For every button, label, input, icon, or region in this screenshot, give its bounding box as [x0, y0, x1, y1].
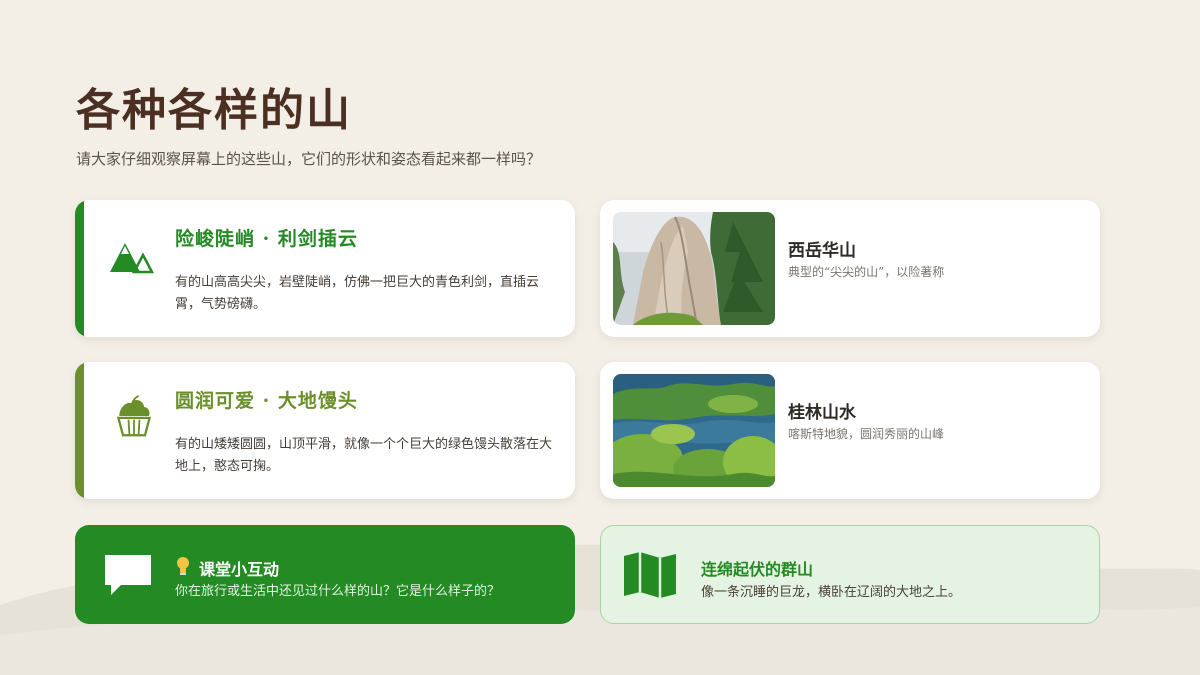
interaction-question: 你在旅行或生活中还见过什么样的山？它是什么样子的？	[175, 584, 501, 599]
feature-text: 有的山矮矮圆圆，山顶平滑，就像一个个巨大的绿色馒头散落在大地上，憨态可掬。	[175, 437, 553, 474]
example-desc: 典型的“尖尖的山”，以险著称	[788, 265, 945, 279]
feature-card-steep: 险峻陡峭 · 利剑插云 有的山高高尖尖，岩壁陡峭，仿佛一把巨大的青色利剑，直插云…	[75, 200, 575, 337]
range-text: 像一条沉睡的巨龙，横卧在辽阔的大地之上。	[701, 585, 962, 600]
range-title: 连绵起伏的群山	[701, 560, 814, 579]
class-interaction-card: 课堂小互动 你在旅行或生活中还见过什么样的山？它是什么样子的？	[75, 525, 575, 624]
mountain-peaks-icon	[110, 243, 155, 274]
example-desc: 喀斯特地貌，圆润秀丽的山峰	[788, 427, 945, 441]
feature-title: 圆润可爱 · 大地馒头	[175, 390, 358, 412]
example-card-guilin: 桂林山水 喀斯特地貌，圆润秀丽的山峰	[600, 362, 1100, 499]
example-name: 桂林山水	[788, 403, 856, 423]
folded-map-icon	[624, 552, 676, 598]
accent-bar	[75, 200, 84, 337]
feature-card-round: 圆润可爱 · 大地馒头 有的山矮矮圆圆，山顶平滑，就像一个个巨大的绿色馒头散落在…	[75, 362, 575, 499]
interaction-title: 课堂小互动	[199, 560, 280, 579]
page-title: 各种各样的山	[76, 85, 352, 136]
chat-bubble-icon	[105, 555, 151, 595]
huashan-cliff-photo	[613, 212, 775, 325]
mountain-range-card: 连绵起伏的群山 像一条沉睡的巨龙，横卧在辽阔的大地之上。	[600, 525, 1100, 624]
feature-text: 有的山高高尖尖，岩壁陡峭，仿佛一把巨大的青色利剑，直插云霄，气势磅礴。	[175, 275, 540, 312]
accent-bar	[75, 362, 84, 499]
example-name: 西岳华山	[788, 241, 856, 261]
page-subtitle: 请大家仔细观察屏幕上的这些山，它们的形状和姿态看起来都一样吗？	[76, 150, 542, 168]
guilin-karst-photo	[613, 374, 775, 487]
example-card-huashan: 西岳华山 典型的“尖尖的山”，以险著称	[600, 200, 1100, 337]
cupcake-hill-icon	[116, 395, 152, 437]
feature-title: 险峻陡峭 · 利剑插云	[175, 228, 358, 250]
lightbulb-icon	[177, 557, 189, 575]
